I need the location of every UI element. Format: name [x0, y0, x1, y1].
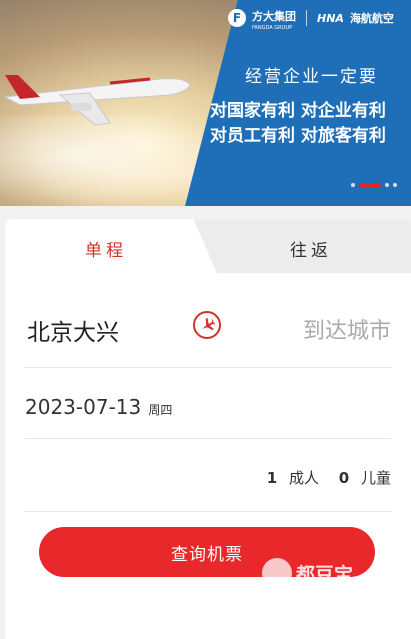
child-label: 儿童 — [360, 469, 391, 487]
fangda-sub: FANGDA GROUP — [252, 25, 293, 31]
carousel-dot[interactable] — [351, 183, 355, 187]
airplane-swap-icon — [202, 317, 215, 331]
arrival-city-field[interactable]: 到达城市 — [303, 313, 391, 345]
divider — [25, 438, 391, 439]
carousel-dot-active[interactable] — [359, 183, 381, 187]
carousel-dot[interactable] — [385, 183, 389, 187]
date-row[interactable]: 2023-07-13 周四 — [25, 395, 391, 419]
watermark: 都豆宝 — [262, 558, 353, 588]
swap-cities-button[interactable] — [193, 311, 221, 339]
banner-slogan-line1: 对国家有利 对企业有利 — [210, 101, 386, 121]
promo-banner[interactable]: F 方大集团 FANGDA GROUP HNA 海航航空 经营企业一定要 对国家… — [0, 0, 411, 206]
hna-name: 海航航空 — [349, 12, 394, 25]
logo-divider — [306, 10, 307, 26]
banner-logos: F 方大集团 FANGDA GROUP HNA 海航航空 — [228, 5, 394, 31]
adult-count[interactable]: 1 — [261, 469, 283, 487]
adult-label: 成人 — [288, 469, 319, 487]
divider — [25, 367, 391, 368]
city-row: 北京大兴 到达城市 — [25, 311, 391, 371]
tab-round-trip[interactable]: 往返 — [290, 236, 332, 261]
watermark-text: 都豆宝 — [296, 563, 354, 586]
banner-headline: 经营企业一定要 — [245, 67, 378, 87]
tab-one-way[interactable]: 单程 — [85, 236, 127, 261]
trip-type-tabs: 单程 往返 — [5, 219, 411, 273]
fangda-name: 方大集团 — [252, 10, 296, 23]
passenger-selector[interactable]: 1 成人 0 儿童 — [261, 467, 391, 488]
hna-logo: HNA — [317, 11, 344, 25]
departure-date[interactable]: 2023-07-13 — [25, 395, 141, 419]
watermark-logo-icon — [262, 558, 292, 588]
departure-weekday: 周四 — [148, 403, 173, 417]
carousel-indicator[interactable] — [351, 183, 397, 187]
fangda-logo-icon: F — [228, 9, 246, 27]
divider — [25, 511, 391, 512]
departure-city[interactable]: 北京大兴 — [27, 313, 119, 347]
airplane-illustration — [3, 75, 191, 126]
fangda-logo-text: 方大集团 FANGDA GROUP — [252, 5, 296, 31]
passenger-row: 1 成人 0 儿童 — [25, 467, 391, 491]
carousel-dot[interactable] — [393, 183, 397, 187]
child-count[interactable]: 0 — [333, 469, 355, 487]
banner-slogan-line2: 对员工有利 对旅客有利 — [210, 126, 386, 146]
